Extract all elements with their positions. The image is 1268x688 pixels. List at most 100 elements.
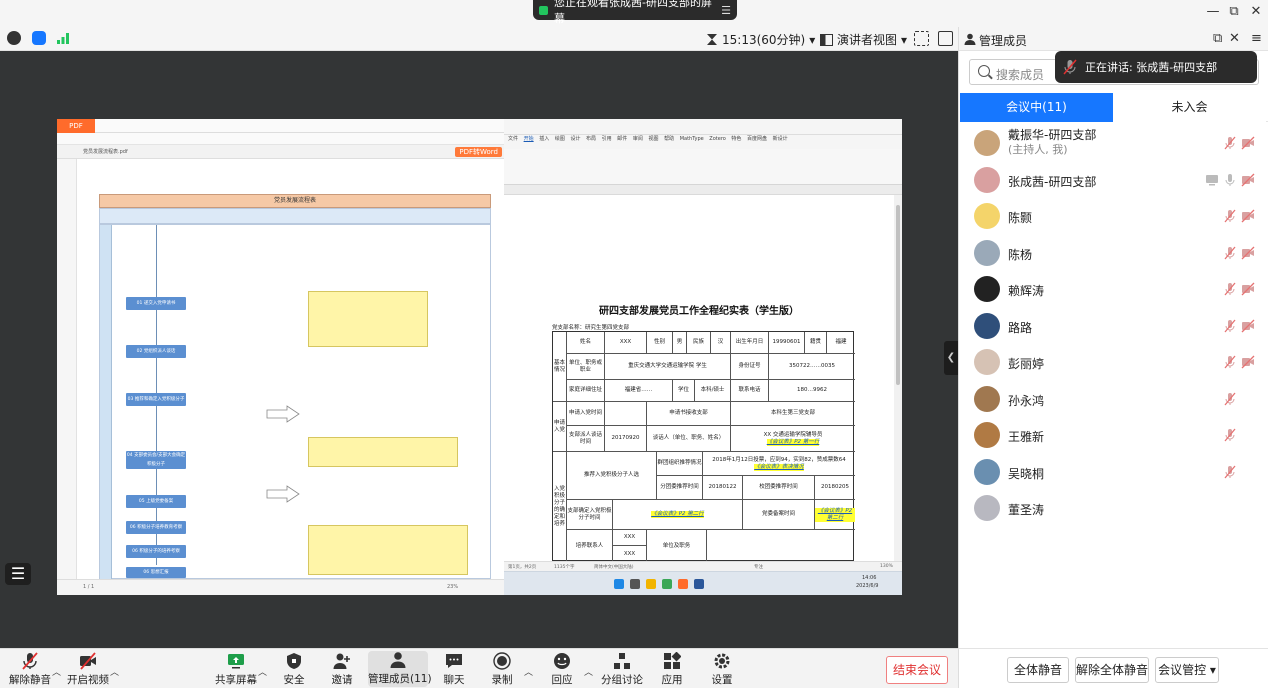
word-menu-item[interactable]: 插入 xyxy=(539,136,549,142)
mic-muted-icon[interactable] xyxy=(1223,465,1237,479)
record-caret-icon[interactable]: ︿ xyxy=(524,665,533,678)
share-caret-icon[interactable]: ︿ xyxy=(258,665,267,678)
unmute-button[interactable]: 解除静音 xyxy=(6,652,54,687)
view-mode-button[interactable]: 演讲者视图 ▾ xyxy=(820,31,907,48)
share-menu-icon[interactable]: ☰ xyxy=(721,4,731,17)
record-button[interactable]: 录制 xyxy=(478,652,526,687)
member-row[interactable]: 陈颢 xyxy=(959,198,1268,234)
word-menu-item[interactable]: 百度网盘 xyxy=(747,136,767,142)
member-row[interactable]: 王雅新 xyxy=(959,417,1268,453)
reactions-button[interactable]: 回应 xyxy=(538,652,586,687)
mic-icon[interactable] xyxy=(1223,173,1237,187)
mute-all-button[interactable]: 全体静音 xyxy=(1007,657,1069,683)
member-row[interactable]: 戴振华-研四支部 (主持人, 我) xyxy=(959,125,1268,161)
info-icon[interactable] xyxy=(7,31,21,45)
pdf-tab-name[interactable]: 党员发展流程表.pdf xyxy=(83,148,128,155)
collapse-panel-icon[interactable]: ❮ xyxy=(944,341,958,375)
word-menu-item[interactable]: 开始 xyxy=(524,136,534,142)
mic-muted-icon[interactable] xyxy=(1223,355,1237,369)
reactions-caret-icon[interactable]: ︿ xyxy=(584,665,593,678)
member-row[interactable]: 陈杨 xyxy=(959,235,1268,271)
word-menu-item[interactable]: Zotero xyxy=(709,136,726,142)
word-menu-item[interactable]: 邮件 xyxy=(617,136,627,142)
word-menu-item[interactable]: 设计 xyxy=(570,136,580,142)
member-row[interactable]: 董圣涛 xyxy=(959,490,1268,526)
mic-muted-icon[interactable] xyxy=(1223,392,1237,406)
word-menu-item[interactable]: 视图 xyxy=(648,136,658,142)
tab-not-joined[interactable]: 未入会 xyxy=(1113,93,1266,122)
member-row[interactable]: 孙永鸿 xyxy=(959,381,1268,417)
end-meeting-button[interactable]: 结束会议 xyxy=(886,656,948,684)
explorer-icon[interactable] xyxy=(646,579,656,589)
word-menu-item[interactable]: 帮助 xyxy=(664,136,674,142)
close-button[interactable]: ✕ xyxy=(1246,4,1266,19)
pdf-app-icon[interactable] xyxy=(678,579,688,589)
stage-menu-icon[interactable]: ☰ xyxy=(5,563,31,585)
screen-share-banner[interactable]: 您正在观看张成茜-研四支部的屏幕 ☰ xyxy=(533,0,737,25)
word-scrollbar[interactable] xyxy=(894,195,902,561)
settings-button[interactable]: 设置 xyxy=(698,652,746,687)
word-menu-item[interactable]: MathType xyxy=(680,136,704,142)
word-zoom[interactable]: 130% xyxy=(880,564,893,569)
flow-note xyxy=(308,291,428,347)
member-row[interactable]: 张成茜-研四支部 xyxy=(959,162,1268,198)
security-button[interactable]: 安全 xyxy=(270,652,318,687)
signal-icon[interactable] xyxy=(56,31,70,45)
popout-icon[interactable]: ⧉ xyxy=(1213,31,1222,46)
word-app-icon[interactable] xyxy=(694,579,704,589)
mic-muted-icon[interactable] xyxy=(1223,319,1237,333)
breakout-button[interactable]: 分组讨论 xyxy=(598,652,646,687)
member-row[interactable]: 彭丽婷 xyxy=(959,344,1268,380)
unmute-all-button[interactable]: 解除全体静音 xyxy=(1075,657,1149,683)
close-panel-icon[interactable]: ✕ xyxy=(1229,31,1240,46)
word-menu-item[interactable]: 文件 xyxy=(508,136,518,142)
mic-muted-icon[interactable] xyxy=(1223,246,1237,260)
word-menu-item[interactable]: 审阅 xyxy=(633,136,643,142)
pdf-page-indicator[interactable]: 1 / 1 xyxy=(83,584,94,590)
mic-muted-icon[interactable] xyxy=(1223,282,1237,296)
pdf-zoom[interactable]: 23% xyxy=(447,584,458,590)
camera-off-icon[interactable] xyxy=(1241,136,1255,150)
tab-in-meeting[interactable]: 会议中(11) xyxy=(960,93,1113,122)
mic-muted-icon[interactable] xyxy=(1223,428,1237,442)
camera-off-icon[interactable] xyxy=(1241,319,1255,333)
minimize-button[interactable]: — xyxy=(1203,4,1223,19)
pdf-to-word-button[interactable]: PDF转Word xyxy=(455,147,502,157)
manage-members-button[interactable]: 管理成员(11) xyxy=(368,651,432,687)
scroll-thumb[interactable] xyxy=(896,205,900,385)
word-menu-item[interactable]: 绘图 xyxy=(555,136,565,142)
member-row[interactable]: 赖辉涛 xyxy=(959,271,1268,307)
start-icon[interactable] xyxy=(614,579,624,589)
camera-off-icon[interactable] xyxy=(1241,282,1255,296)
member-row[interactable]: 路路 xyxy=(959,308,1268,344)
browser-icon[interactable] xyxy=(662,579,672,589)
word-menu-item[interactable]: 布局 xyxy=(586,136,596,142)
unmute-caret-icon[interactable]: ︿ xyxy=(52,665,61,678)
panel-menu-icon[interactable]: ≡ xyxy=(1251,31,1262,46)
word-menu-item[interactable]: 引用 xyxy=(602,136,612,142)
mic-muted-icon[interactable] xyxy=(1223,209,1237,223)
shield-icon[interactable] xyxy=(32,31,46,45)
timer-caret-icon: ▾ xyxy=(809,32,816,47)
meeting-control-button[interactable]: 会议管控 ▾ xyxy=(1155,657,1219,683)
sidebar-toggle-icon[interactable] xyxy=(938,31,953,46)
video-caret-icon[interactable]: ︿ xyxy=(110,665,119,678)
fullscreen-icon[interactable] xyxy=(914,31,929,46)
camera-off-icon[interactable] xyxy=(1241,173,1255,187)
camera-off-icon[interactable] xyxy=(1241,209,1255,223)
camera-off-icon[interactable] xyxy=(1241,246,1255,260)
word-menu-item[interactable]: 新设计 xyxy=(773,136,788,142)
mic-muted-icon[interactable] xyxy=(1223,136,1237,150)
search-icon[interactable] xyxy=(630,579,640,589)
member-row[interactable]: 吴晓桐 xyxy=(959,454,1268,490)
apps-button[interactable]: 应用 xyxy=(648,652,696,687)
camera-off-icon[interactable] xyxy=(1241,355,1255,369)
start-video-button[interactable]: 开启视频 xyxy=(64,652,112,687)
word-focus[interactable]: 专注 xyxy=(754,564,763,570)
chat-button[interactable]: 聊天 xyxy=(430,652,478,687)
restore-button[interactable]: ⧉ xyxy=(1224,4,1244,19)
meeting-timer[interactable]: 15:13(60分钟) ▾ xyxy=(706,31,815,48)
share-screen-button[interactable]: 共享屏幕 xyxy=(212,652,260,687)
word-menu-item[interactable]: 特色 xyxy=(731,136,741,142)
invite-button[interactable]: 邀请 xyxy=(318,652,366,687)
